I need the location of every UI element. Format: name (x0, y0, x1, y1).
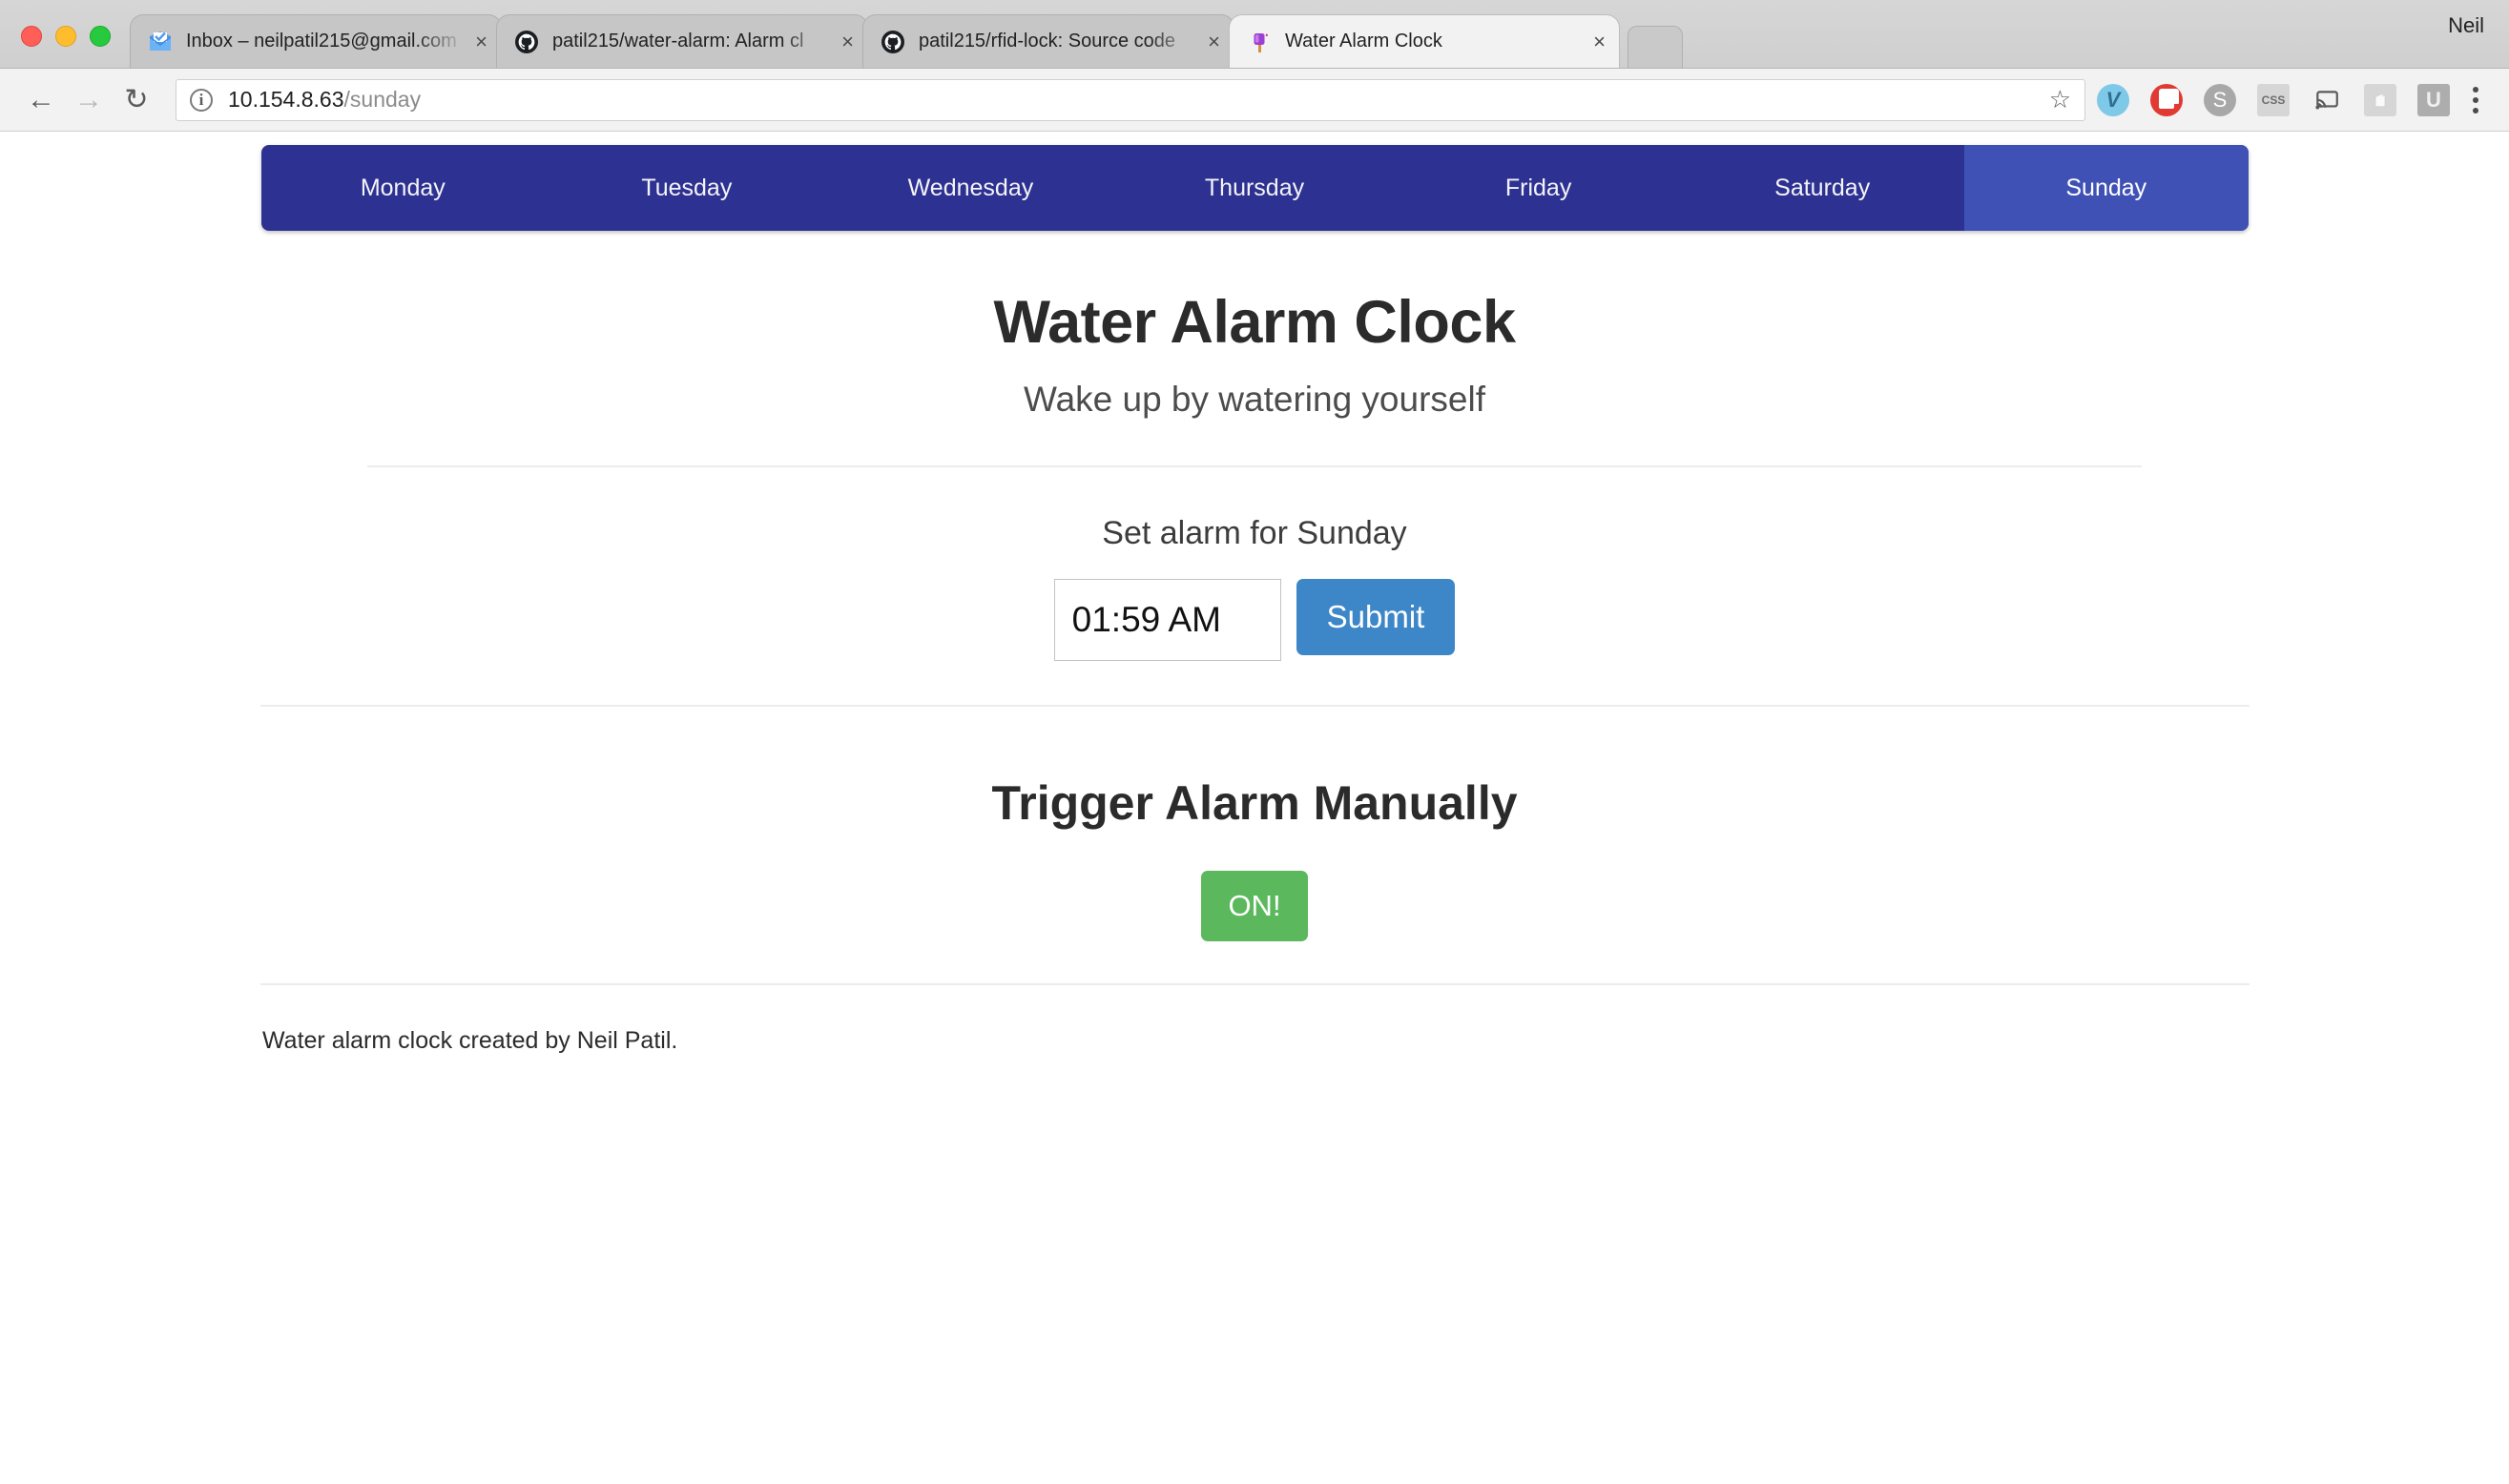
alarm-on-button[interactable]: ON! (1201, 871, 1308, 941)
maximize-window-button[interactable] (90, 26, 111, 47)
evernote-icon[interactable] (2364, 83, 2396, 116)
minimize-window-button[interactable] (55, 26, 76, 47)
browser-tab-inbox[interactable]: Inbox – neilpatil215@gmail.com × (130, 14, 502, 68)
footer-credit-text: Water alarm clock created by Neil Patil. (262, 1027, 678, 1054)
ublock-icon[interactable]: U (2417, 83, 2450, 116)
close-tab-icon[interactable]: × (475, 30, 487, 53)
day-nav-item-saturday[interactable]: Saturday (1680, 145, 1964, 231)
address-bar[interactable]: i 10.154.8.63/sunday ☆ (176, 78, 2085, 121)
divider-top (367, 465, 2142, 467)
browser-tab-water-alarm-clock[interactable]: Water Alarm Clock × (1229, 14, 1620, 68)
github-icon (881, 30, 905, 54)
browser-tab-rfid-lock-repo[interactable]: patil215/rfid-lock: Source code × (862, 14, 1234, 68)
alarm-time-input[interactable] (1053, 579, 1281, 661)
close-tab-icon[interactable]: × (1593, 30, 1606, 53)
url-path: /sunday (343, 87, 422, 112)
css-viewer-icon[interactable]: CSS (2257, 83, 2290, 116)
github-icon (514, 30, 539, 54)
day-nav-item-tuesday[interactable]: Tuesday (545, 145, 829, 231)
tab-title: patil215/water-alarm: Alarm cl (552, 31, 804, 52)
day-nav-item-friday[interactable]: Friday (1397, 145, 1681, 231)
adblock-icon[interactable] (2150, 83, 2183, 116)
url-text: 10.154.8.63/sunday (228, 87, 421, 113)
bookmark-star-icon[interactable]: ☆ (2049, 85, 2075, 114)
day-nav-item-sunday[interactable]: Sunday (1963, 145, 2249, 231)
profile-name-label[interactable]: Neil (2448, 13, 2484, 38)
tab-strip: Inbox – neilpatil215@gmail.com × patil21… (0, 0, 2509, 69)
trigger-alarm-row: ON! (0, 871, 2509, 941)
page-title: Water Alarm Clock (993, 289, 1517, 356)
browser-tab-water-alarm-repo[interactable]: patil215/water-alarm: Alarm cl × (496, 14, 868, 68)
day-nav-item-thursday[interactable]: Thursday (1112, 145, 1397, 231)
alarm-form: Submit (0, 579, 2509, 661)
url-host: 10.154.8.63 (228, 87, 344, 112)
extension-icon-list: V S CSS U (2097, 83, 2456, 116)
water-alarm-page: Monday Tuesday Wednesday Thursday Friday… (0, 145, 2509, 1055)
popsicle-icon (1247, 30, 1272, 54)
divider-middle (259, 705, 2250, 707)
submit-button[interactable]: Submit (1296, 579, 1456, 655)
site-info-icon[interactable]: i (190, 88, 213, 112)
cast-icon[interactable] (2311, 84, 2343, 116)
page-content: Water Alarm Clock Wake up by watering yo… (0, 231, 2509, 1055)
back-icon[interactable]: ← (17, 76, 65, 124)
vimium-icon[interactable]: V (2097, 83, 2129, 116)
close-tab-icon[interactable]: × (1208, 30, 1220, 53)
day-navigation-bar: Monday Tuesday Wednesday Thursday Friday… (260, 145, 2249, 231)
reload-icon[interactable]: ↻ (113, 76, 160, 124)
divider-footer (259, 983, 2250, 985)
tab-title: Water Alarm Clock (1285, 31, 1442, 52)
browser-window: Inbox – neilpatil215@gmail.com × patil21… (0, 0, 2509, 1484)
window-traffic-lights (0, 26, 130, 68)
tab-title: Inbox – neilpatil215@gmail.com (186, 31, 457, 52)
chrome-menu-icon[interactable] (2456, 86, 2492, 113)
tab-title: patil215/rfid-lock: Source code (919, 31, 1176, 52)
day-nav-item-wednesday[interactable]: Wednesday (829, 145, 1113, 231)
forward-icon[interactable]: → (65, 76, 113, 124)
trigger-alarm-heading: Trigger Alarm Manually (991, 776, 1518, 830)
page-viewport: Monday Tuesday Wednesday Thursday Friday… (0, 132, 2509, 1484)
close-tab-icon[interactable]: × (841, 30, 854, 53)
new-tab-button[interactable] (1628, 26, 1683, 68)
day-nav-item-monday[interactable]: Monday (261, 145, 546, 231)
stylish-icon[interactable]: S (2204, 83, 2236, 116)
inbox-mail-icon (148, 30, 173, 54)
set-alarm-label: Set alarm for Sunday (1102, 515, 1407, 551)
close-window-button[interactable] (21, 26, 42, 47)
tab-list: Inbox – neilpatil215@gmail.com × patil21… (130, 14, 2509, 68)
browser-toolbar: ← → ↻ i 10.154.8.63/sunday ☆ V S CSS U (0, 69, 2509, 132)
page-subtitle: Wake up by watering yourself (1024, 380, 1485, 419)
